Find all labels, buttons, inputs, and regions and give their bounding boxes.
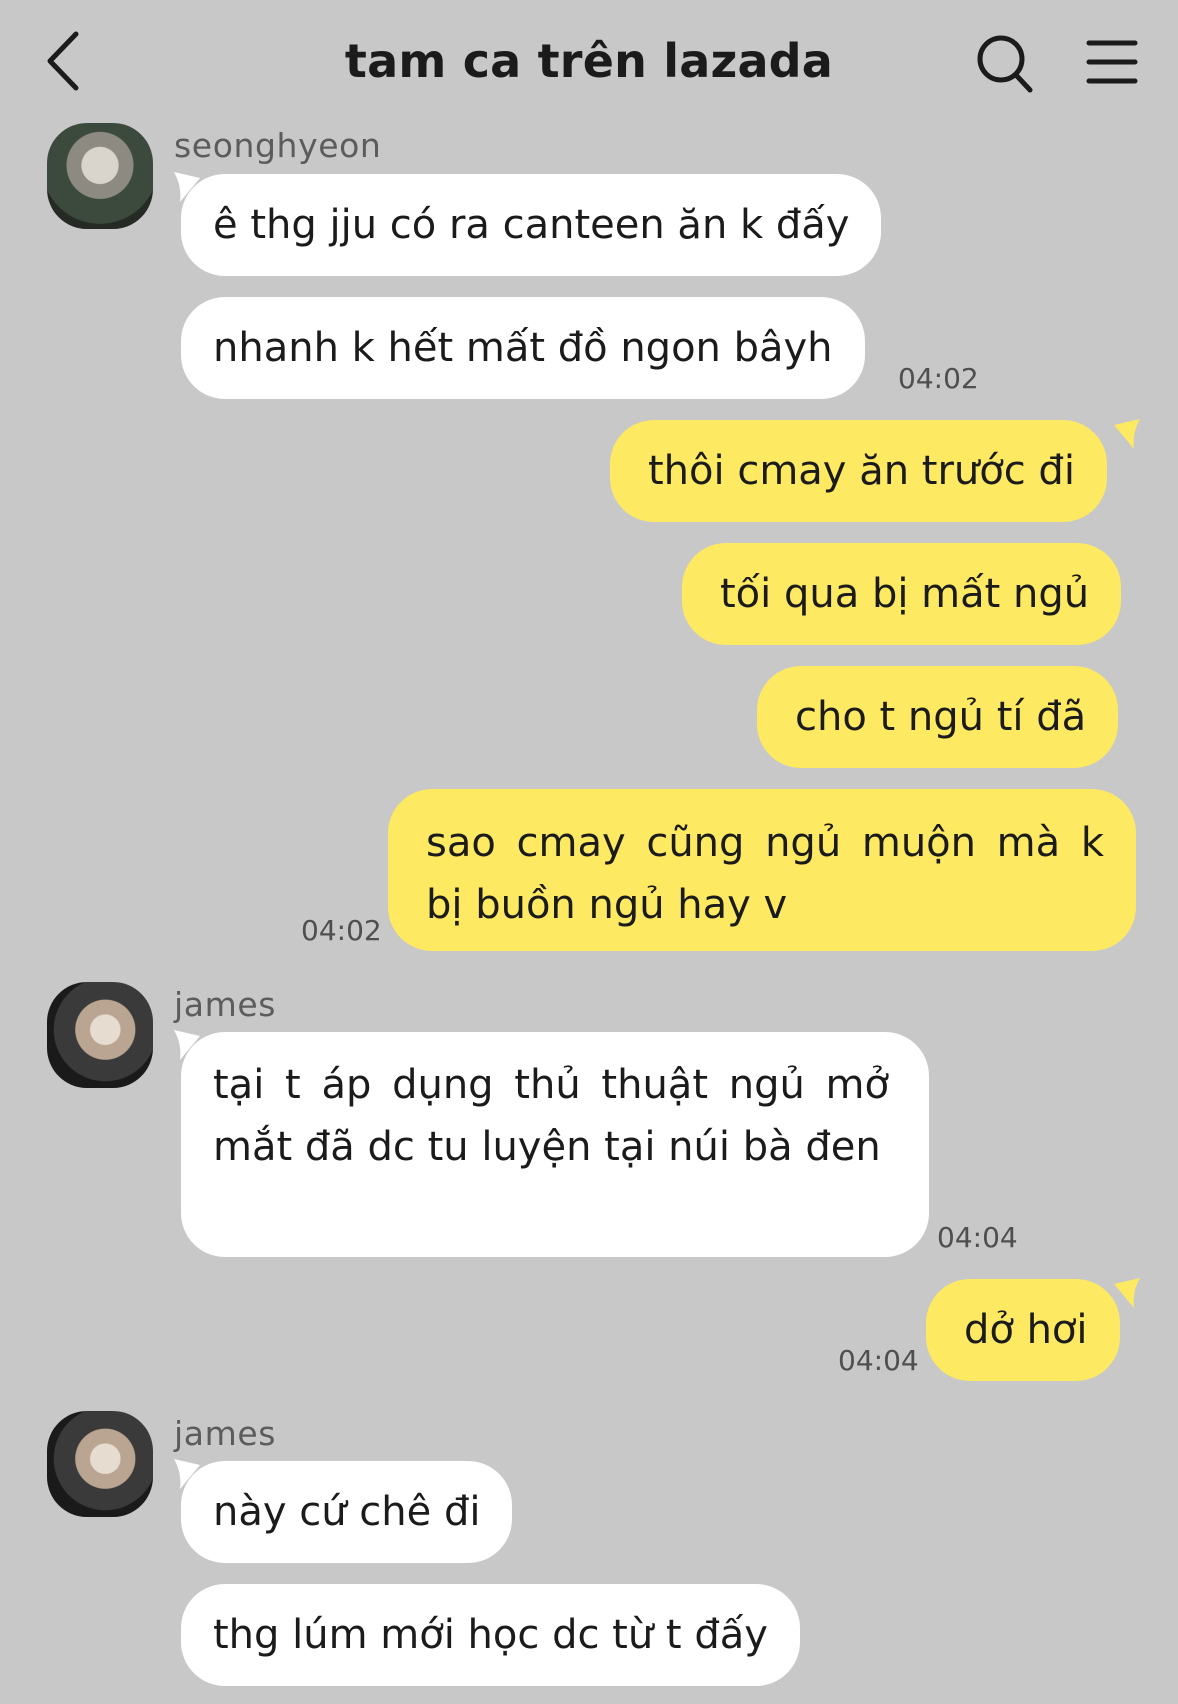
message-bubble[interactable]: nhanh k hết mất đồ ngon bâyh [181,297,865,399]
sender-name: james [174,985,277,1024]
chat-screen: tam ca trên lazada seonghyeon ê thg jju … [0,0,1178,1704]
message-bubble[interactable]: tại t áp dụng thủ thuật ngủ mở mắt đã dc… [181,1032,929,1257]
menu-icon [1086,40,1138,84]
sender-name: james [174,1414,277,1453]
message-bubble[interactable]: ê thg jju có ra canteen ăn k đấy [181,174,882,276]
chat-header: tam ca trên lazada [0,0,1178,120]
search-button[interactable] [976,34,1034,94]
avatar-seonghyeon[interactable] [47,123,153,229]
message-bubble[interactable]: cho t ngủ tí đã [757,666,1119,768]
message-bubble[interactable]: tối qua bị mất ngủ [682,543,1122,645]
message-bubble[interactable]: thg lúm mới học dc từ t đấy [181,1584,800,1686]
sender-name: seonghyeon [174,126,382,165]
message-bubble[interactable]: sao cmay cũng ngủ muộn mà k bị buồn ngủ … [388,789,1136,951]
bubble-tail [1114,419,1140,449]
message-timestamp: 04:04 [838,1344,919,1377]
message-timestamp: 04:02 [301,914,382,947]
message-bubble[interactable]: thôi cmay ăn trước đi [610,420,1107,522]
message-bubble[interactable]: này cứ chê đi [181,1461,513,1563]
message-timestamp: 04:02 [898,362,979,395]
bubble-tail [1114,1278,1140,1308]
search-icon [977,35,1033,93]
message-bubble[interactable]: dở hơi [926,1279,1120,1381]
avatar-james[interactable] [47,982,153,1088]
avatar-james[interactable] [47,1411,153,1517]
message-timestamp: 04:04 [937,1221,1018,1254]
menu-button[interactable] [1086,38,1138,86]
